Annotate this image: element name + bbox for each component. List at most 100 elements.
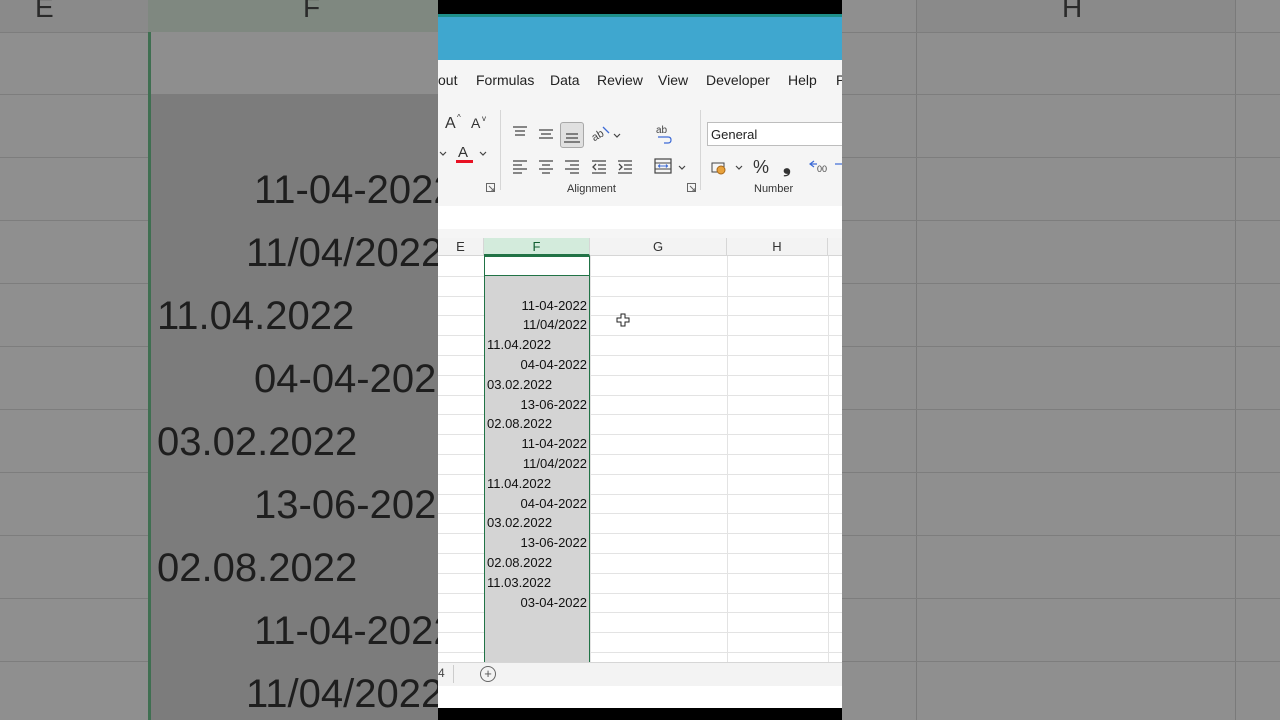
top-align-icon[interactable] xyxy=(512,126,528,138)
worksheet-grid[interactable]: E F G H 11-04-2022 11/04/2022 11.04.2022… xyxy=(438,238,842,662)
svg-text:v: v xyxy=(482,114,486,123)
increase-decimal-icon[interactable]: 00 xyxy=(808,158,828,174)
increase-indent-icon[interactable] xyxy=(617,160,633,174)
column-header-f[interactable]: F xyxy=(484,238,590,256)
status-area xyxy=(438,686,842,708)
tab-view[interactable]: View xyxy=(658,72,688,88)
bg-gridline xyxy=(916,0,917,720)
bg-value: 02.08.2022 xyxy=(157,546,358,590)
table-cell[interactable]: 11.04.2022 xyxy=(487,474,590,494)
tab-more[interactable]: P xyxy=(836,72,842,88)
alignment-dialog-launcher-icon[interactable] xyxy=(687,183,697,196)
divider xyxy=(453,665,454,683)
table-cell[interactable] xyxy=(484,276,587,296)
table-cell[interactable]: 03-04-2022 xyxy=(484,593,588,613)
bg-header-label: F xyxy=(303,0,321,23)
decrease-font-size-icon[interactable]: Av xyxy=(471,112,493,132)
number-format-select[interactable]: General xyxy=(707,122,842,146)
table-cell[interactable]: 11.04.2022 xyxy=(487,335,590,355)
gridline xyxy=(828,256,829,662)
bg-header-label: H xyxy=(1062,0,1083,23)
tab-review[interactable]: Review xyxy=(597,72,643,88)
table-cell[interactable]: 11/04/2022 xyxy=(484,454,587,474)
tab-developer[interactable]: Developer xyxy=(706,72,770,88)
formula-bar xyxy=(438,198,842,238)
number-group-label: Number xyxy=(754,183,794,195)
column-header-next[interactable] xyxy=(828,238,842,256)
comma-style-button[interactable]: ❟ xyxy=(783,156,791,176)
phone-frame: out Formulas Data Review View Developer … xyxy=(438,0,842,720)
chevron-down-icon[interactable] xyxy=(439,150,447,158)
align-left-icon[interactable] xyxy=(512,160,528,174)
decrease-indent-icon[interactable] xyxy=(591,160,607,174)
bg-active-cell xyxy=(151,32,438,94)
bg-value: 11-04-2022 xyxy=(254,168,456,212)
divider xyxy=(500,110,501,190)
table-cell[interactable]: 04-04-2022 xyxy=(484,494,588,514)
bg-column-header-f: F xyxy=(148,0,438,32)
sheet-tab-partial[interactable]: 4 xyxy=(438,666,445,680)
accounting-format-icon[interactable] xyxy=(711,160,731,176)
table-cell[interactable]: 02.08.2022 xyxy=(487,414,590,434)
merge-center-icon[interactable] xyxy=(654,158,672,174)
table-cell[interactable]: 11-04-2022 xyxy=(484,296,587,316)
svg-text:ab: ab xyxy=(591,128,606,142)
bg-value: 04-04-2022 xyxy=(254,357,459,401)
svg-text:A: A xyxy=(471,115,481,131)
bottom-align-button[interactable] xyxy=(560,122,584,148)
wrap-text-icon[interactable]: ab xyxy=(656,124,674,144)
table-cell[interactable]: 11.03.2022 xyxy=(487,573,590,593)
svg-text:A: A xyxy=(445,115,456,132)
bg-column-header-e: E xyxy=(0,0,148,32)
align-center-icon[interactable] xyxy=(538,160,554,174)
table-cell[interactable]: 13-06-2022 xyxy=(484,533,588,553)
chevron-down-icon[interactable] xyxy=(678,164,686,172)
bg-column-header-h: H xyxy=(917,0,1235,32)
svg-text:^: ^ xyxy=(457,113,461,122)
title-bar xyxy=(438,14,842,60)
chevron-down-icon[interactable] xyxy=(613,132,621,140)
formula-input[interactable] xyxy=(438,206,842,229)
font-dialog-launcher-icon[interactable] xyxy=(486,183,496,196)
bg-gridline xyxy=(1235,0,1236,720)
decrease-decimal-icon[interactable] xyxy=(834,158,842,174)
svg-text:A: A xyxy=(458,144,468,161)
column-header-g[interactable]: G xyxy=(590,238,727,256)
ribbon: A ^ Av A ab ab Alignment General % ❟ 00 … xyxy=(438,100,842,199)
table-cell[interactable]: 11-04-2022 xyxy=(484,434,587,454)
svg-text:ab: ab xyxy=(656,125,668,136)
bg-value: 11/04/2022 xyxy=(246,672,444,716)
add-sheet-button[interactable]: + xyxy=(480,666,496,682)
sheet-tab-bar: 4 + xyxy=(438,662,842,687)
table-cell[interactable]: 02.08.2022 xyxy=(487,553,590,573)
table-cell[interactable] xyxy=(484,256,587,276)
chevron-down-icon[interactable] xyxy=(735,164,743,172)
orientation-icon[interactable]: ab xyxy=(591,124,611,142)
chevron-down-icon[interactable] xyxy=(479,150,487,158)
table-cell[interactable]: 03.02.2022 xyxy=(487,375,590,395)
table-cell[interactable]: 11/04/2022 xyxy=(484,315,587,335)
table-cell[interactable]: 04-04-2022 xyxy=(484,355,588,375)
bg-header-label: E xyxy=(35,0,54,23)
bg-value: 11-04-2022 xyxy=(254,609,456,653)
tab-formulas[interactable]: Formulas xyxy=(476,72,534,88)
bg-value: 11/04/2022 xyxy=(246,231,444,275)
excel-window: out Formulas Data Review View Developer … xyxy=(438,14,842,708)
align-right-icon[interactable] xyxy=(564,160,580,174)
gridline xyxy=(590,256,591,662)
gridline xyxy=(727,256,728,662)
tab-help[interactable]: Help xyxy=(788,72,817,88)
font-color-icon[interactable]: A xyxy=(456,143,474,165)
ribbon-tabs: out Formulas Data Review View Developer … xyxy=(438,60,842,100)
bg-value: 11.04.2022 xyxy=(157,294,355,338)
bg-value: 13-06-2022 xyxy=(254,483,459,527)
tab-layout[interactable]: out xyxy=(438,72,457,88)
table-cell[interactable]: 13-06-2022 xyxy=(484,395,588,415)
percent-style-button[interactable]: % xyxy=(753,158,769,176)
middle-align-icon[interactable] xyxy=(538,128,554,140)
tab-data[interactable]: Data xyxy=(550,72,580,88)
column-header-h[interactable]: H xyxy=(727,238,828,256)
table-cell[interactable]: 03.02.2022 xyxy=(487,513,590,533)
increase-font-size-icon[interactable]: A ^ xyxy=(445,112,467,132)
column-header-e[interactable]: E xyxy=(438,238,484,256)
